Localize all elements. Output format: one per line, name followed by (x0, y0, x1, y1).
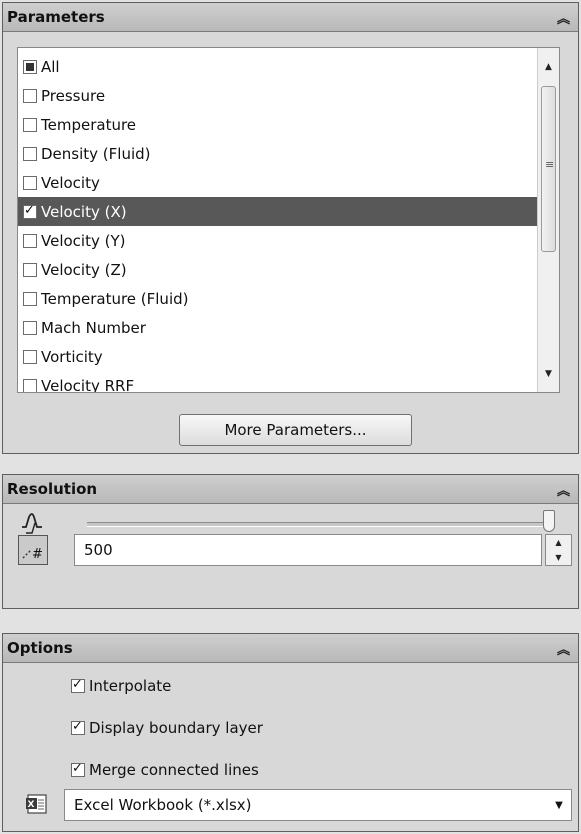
scroll-down-arrow-icon[interactable]: ▼ (538, 364, 559, 384)
display-boundary-label: Display boundary layer (89, 719, 263, 737)
parameter-checkbox[interactable] (23, 117, 37, 132)
parameter-checkbox[interactable] (23, 88, 37, 103)
parameter-checkbox[interactable] (23, 378, 37, 392)
parameter-label: Velocity (X) (41, 202, 127, 221)
resolution-wave-icon (22, 513, 42, 534)
list-item[interactable]: Density (Fluid) (18, 139, 538, 168)
interpolate-label: Interpolate (89, 677, 172, 695)
interpolate-option[interactable]: Interpolate (71, 674, 171, 698)
resolution-header[interactable]: Resolution ︽ (3, 475, 578, 504)
parameter-checkbox[interactable] (23, 146, 37, 161)
merge-lines-label: Merge connected lines (89, 761, 259, 779)
svg-text:X: X (28, 800, 35, 810)
list-item[interactable]: Velocity RRF (18, 371, 538, 393)
parameter-checkbox[interactable] (23, 291, 37, 306)
parameter-label: Velocity (Z) (41, 260, 127, 279)
list-item[interactable]: Vorticity (18, 342, 538, 371)
resolution-spinner[interactable]: ▲ ▼ (545, 534, 572, 566)
parameter-checkbox[interactable] (23, 59, 37, 74)
merge-lines-checkbox[interactable] (71, 761, 85, 777)
list-item[interactable]: Velocity (X) (18, 197, 538, 226)
parameter-label: Vorticity (41, 347, 103, 366)
export-format-value: Excel Workbook (*.xlsx) (74, 796, 252, 814)
interpolate-checkbox[interactable] (71, 677, 85, 693)
export-format-select[interactable]: Excel Workbook (*.xlsx) ▼ (64, 789, 572, 821)
parameter-label: Mach Number (41, 318, 146, 337)
parameter-label: Pressure (41, 86, 106, 105)
parameter-checkbox[interactable] (23, 175, 37, 190)
resolution-title: Resolution (7, 480, 98, 498)
list-item[interactable]: Velocity (Y) (18, 226, 538, 255)
scroll-thumb[interactable]: ≡ (541, 86, 556, 252)
parameter-label: Velocity RRF (41, 376, 135, 393)
chevron-down-icon[interactable]: ▼ (547, 800, 571, 811)
more-parameters-label: More Parameters... (224, 421, 367, 439)
resolution-slider-track[interactable] (87, 522, 544, 527)
parameter-checkbox[interactable] (23, 233, 37, 248)
display-boundary-option[interactable]: Display boundary layer (71, 716, 263, 740)
display-boundary-checkbox[interactable] (71, 719, 85, 735)
more-parameters-button[interactable]: More Parameters... (179, 414, 412, 446)
parameter-label: Velocity (Y) (41, 231, 126, 250)
parameter-label: Temperature (41, 115, 137, 134)
list-item[interactable]: Velocity (18, 168, 538, 197)
list-item[interactable]: Temperature (Fluid) (18, 284, 538, 313)
parameter-checkbox[interactable] (23, 203, 37, 219)
resolution-panel: Resolution ︽ # 500 ▲ ▼ (2, 474, 579, 609)
scrollbar[interactable]: ▲ ≡ ▼ (537, 48, 559, 392)
excel-icon[interactable]: X (25, 794, 49, 816)
scroll-up-arrow-icon[interactable]: ▲ (538, 57, 559, 77)
options-header[interactable]: Options ︽ (3, 634, 578, 663)
spin-up-icon[interactable]: ▲ (546, 535, 571, 550)
svg-text:#: # (32, 547, 43, 562)
parameter-checkbox[interactable] (23, 320, 37, 335)
parameter-label: Velocity (41, 173, 100, 192)
spin-down-icon[interactable]: ▼ (546, 550, 571, 565)
parameters-title: Parameters (7, 8, 105, 26)
parameter-checkbox[interactable] (23, 349, 37, 364)
double-chevron-up-icon[interactable]: ︽ (557, 639, 570, 658)
options-panel: Options ︽ Interpolate Display boundary l… (2, 633, 579, 832)
list-item[interactable]: Temperature (18, 110, 538, 139)
parameter-label: All (41, 57, 60, 76)
parameter-label: Density (Fluid) (41, 144, 151, 163)
options-title: Options (7, 639, 73, 657)
double-chevron-up-icon[interactable]: ︽ (557, 480, 570, 499)
parameters-header[interactable]: Parameters ︽ (3, 3, 578, 32)
parameters-list[interactable]: All Pressure Temperature Density (Fluid) Vel… (17, 47, 560, 393)
double-chevron-up-icon[interactable]: ︽ (557, 8, 570, 27)
parameter-label: Temperature (Fluid) (41, 289, 189, 308)
resolution-input[interactable]: 500 (74, 534, 542, 566)
list-item[interactable]: Pressure (18, 81, 538, 110)
list-item[interactable]: All (18, 52, 538, 81)
number-entry-icon: # (18, 535, 48, 565)
grip-icon: ≡ (545, 158, 555, 171)
merge-lines-option[interactable]: Merge connected lines (71, 758, 259, 782)
list-item[interactable]: Velocity (Z) (18, 255, 538, 284)
resolution-value: 500 (84, 541, 113, 559)
resolution-slider-thumb[interactable] (543, 510, 555, 532)
list-item[interactable]: Mach Number (18, 313, 538, 342)
parameter-checkbox[interactable] (23, 262, 37, 277)
parameters-panel: Parameters ︽ All Pressure Temperature Densi… (2, 2, 579, 454)
